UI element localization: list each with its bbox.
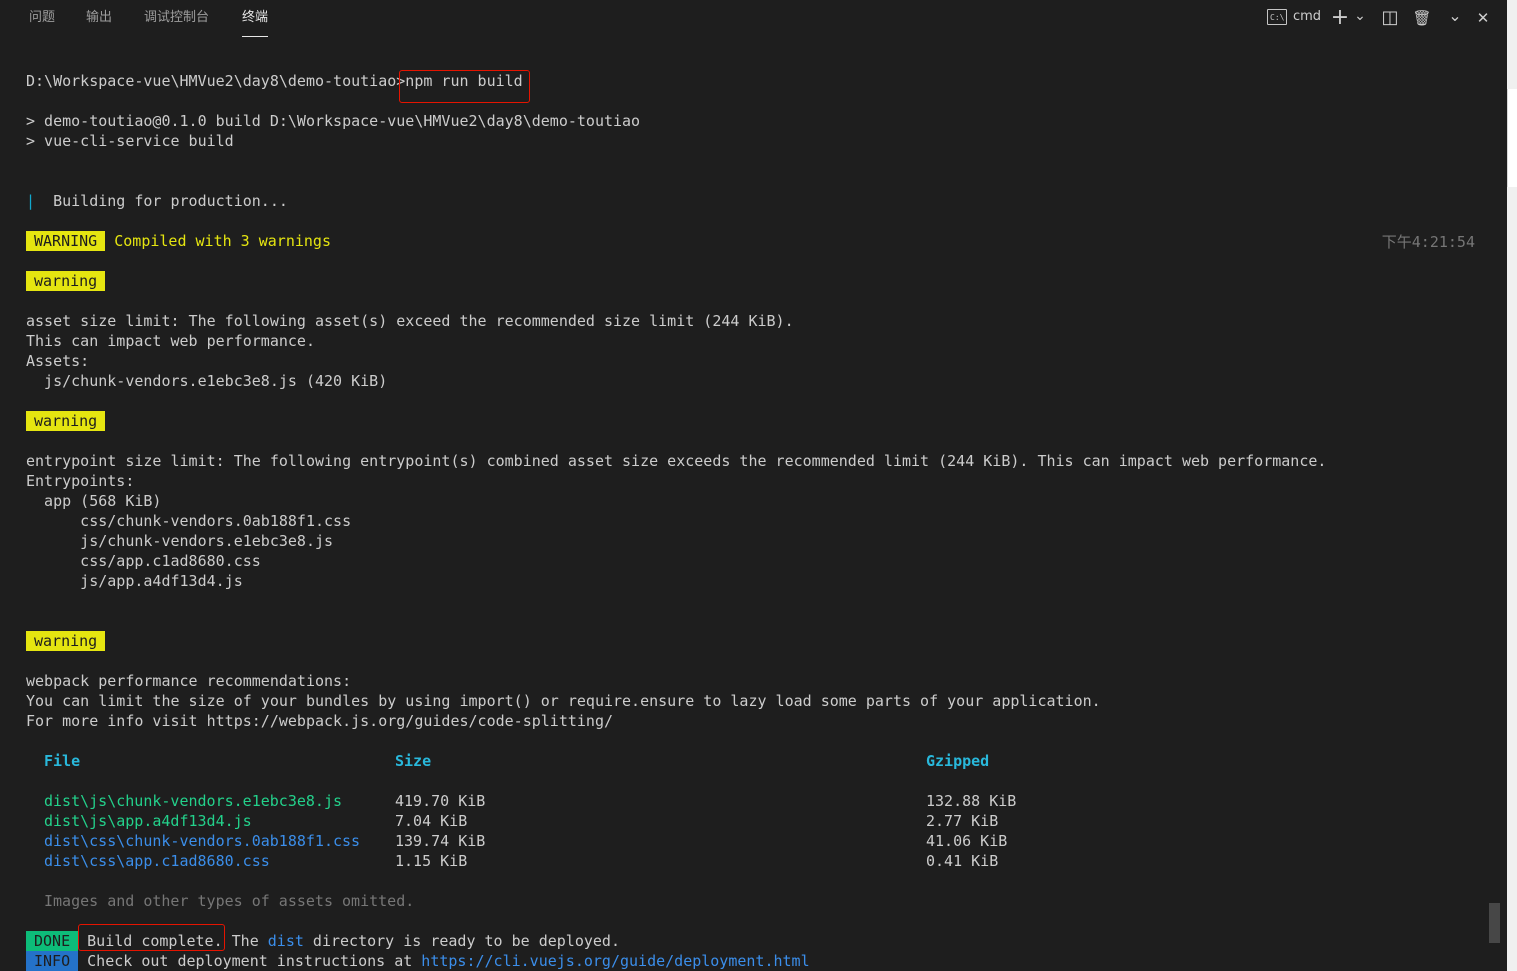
script-line-1: > demo-toutiao@0.1.0 build D:\Workspace-… — [26, 112, 641, 130]
warning-1-line-1: asset size limit: The following asset(s)… — [26, 312, 794, 330]
warning-2-badge-line: warning — [26, 411, 106, 431]
command-highlight-box — [399, 70, 530, 103]
plus-icon[interactable]: + — [1329, 6, 1351, 30]
file-row-size: 419.70 KiB — [395, 792, 486, 810]
build-complete-highlight-box — [78, 924, 225, 951]
done-rest-2: directory is ready to be deployed. — [303, 932, 620, 950]
warning-2-line-3: app (568 KiB) — [26, 492, 162, 510]
warning-2-line-6: css/app.c1ad8680.css — [26, 552, 261, 570]
done-rest-1: The — [222, 932, 268, 950]
warning-3-line-1: webpack performance recommendations: — [26, 672, 352, 690]
terminal-shell-icon[interactable]: C:\ — [1267, 9, 1287, 25]
building-line: | Building for production... — [26, 191, 288, 211]
warning-3-badge: warning — [26, 631, 106, 651]
script-line-2: > vue-cli-service build — [26, 132, 234, 150]
panel-tabbar: 问题 输出 调试控制台 终端 C:\ cmd + ⌄ ◫ 🗑 ⌄ ✕ — [0, 0, 1507, 40]
warning-1-line-3: Assets: — [26, 352, 90, 370]
file-row-gzip: 2.77 KiB — [926, 812, 999, 830]
table-header-size: Size — [395, 752, 432, 770]
prompt-path: D:\Workspace-vue\HMVue2\day8\demo-toutia… — [26, 72, 406, 90]
warning-1-line-2: This can impact web performance. — [26, 332, 315, 350]
file-row-gzip: 0.41 KiB — [926, 852, 999, 870]
terminal-panel: 问题 输出 调试控制台 终端 C:\ cmd + ⌄ ◫ 🗑 ⌄ ✕ D:\Wo… — [0, 0, 1507, 971]
omitted-note: Images and other types of assets omitted… — [44, 892, 415, 910]
shell-icon-text: C:\ — [1270, 13, 1285, 22]
terminal-scrollbar-thumb[interactable] — [1489, 903, 1500, 943]
tab-terminal[interactable]: 终端 — [242, 0, 269, 37]
warning-1-line-4: js/chunk-vendors.e1ebc3e8.js (420 KiB) — [26, 372, 388, 390]
file-row-name: dist\js\app.a4df13d4.js — [44, 812, 252, 830]
warning-1-badge: warning — [26, 271, 106, 291]
compiled-line: WARNING Compiled with 3 warnings — [26, 231, 331, 251]
deployment-link[interactable]: https://cli.vuejs.org/guide/deployment.h… — [421, 952, 809, 970]
done-dist: dist — [267, 932, 304, 950]
warning-2-line-2: Entrypoints: — [26, 472, 135, 490]
file-row-gzip: 41.06 KiB — [926, 832, 1008, 850]
warning-2-line-4: css/chunk-vendors.0ab188f1.css — [26, 512, 352, 530]
chevron-down-icon[interactable]: ⌄ — [1353, 4, 1367, 28]
info-message: Check out deployment instructions at — [87, 952, 422, 970]
file-row-size: 7.04 KiB — [395, 812, 468, 830]
building-text: Building for production... — [53, 192, 288, 210]
file-row-size: 139.74 KiB — [395, 832, 486, 850]
warning-1-badge-line: warning — [26, 271, 106, 291]
split-icon[interactable]: ◫ — [1379, 6, 1401, 30]
done-badge: DONE — [26, 931, 79, 951]
outer-scrollbar-thumb[interactable] — [1507, 89, 1517, 187]
table-header-file: File — [44, 752, 81, 770]
warning-3-badge-line: warning — [26, 631, 106, 651]
table-header-gzipped: Gzipped — [926, 752, 990, 770]
timestamp: 下午4:21:54 — [1381, 233, 1475, 251]
file-row-name: dist\css\app.c1ad8680.css — [44, 852, 270, 870]
file-row-gzip: 132.88 KiB — [926, 792, 1017, 810]
tab-problems[interactable]: 问题 — [29, 0, 55, 36]
info-badge: INFO — [26, 951, 79, 971]
warning-3-line-2: You can limit the size of your bundles b… — [26, 692, 1101, 710]
info-line: INFO Check out deployment instructions a… — [26, 951, 810, 971]
file-row-name: dist\js\chunk-vendors.e1ebc3e8.js — [44, 792, 343, 810]
tab-debug-console[interactable]: 调试控制台 — [144, 0, 209, 36]
close-icon[interactable]: ✕ — [1472, 6, 1494, 30]
warning-2-badge: warning — [26, 411, 106, 431]
spinner-icon: | — [26, 192, 36, 210]
warning-3-line-3: For more info visit https://webpack.js.o… — [26, 712, 613, 730]
tab-output[interactable]: 输出 — [86, 0, 112, 36]
warning-2-line-1: entrypoint size limit: The following ent… — [26, 452, 1327, 470]
file-row-size: 1.15 KiB — [395, 852, 468, 870]
trash-icon[interactable]: 🗑 — [1411, 6, 1433, 30]
compiled-message: Compiled with 3 warnings — [114, 232, 331, 250]
maximize-chevron-icon[interactable]: ⌄ — [1444, 4, 1466, 28]
warning-2-line-7: js/app.a4df13d4.js — [26, 572, 243, 590]
shell-name-label[interactable]: cmd — [1293, 7, 1321, 27]
file-row-name: dist\css\chunk-vendors.0ab188f1.css — [44, 832, 361, 850]
warning-2-line-5: js/chunk-vendors.e1ebc3e8.js — [26, 532, 334, 550]
warning-badge: WARNING — [26, 231, 106, 251]
